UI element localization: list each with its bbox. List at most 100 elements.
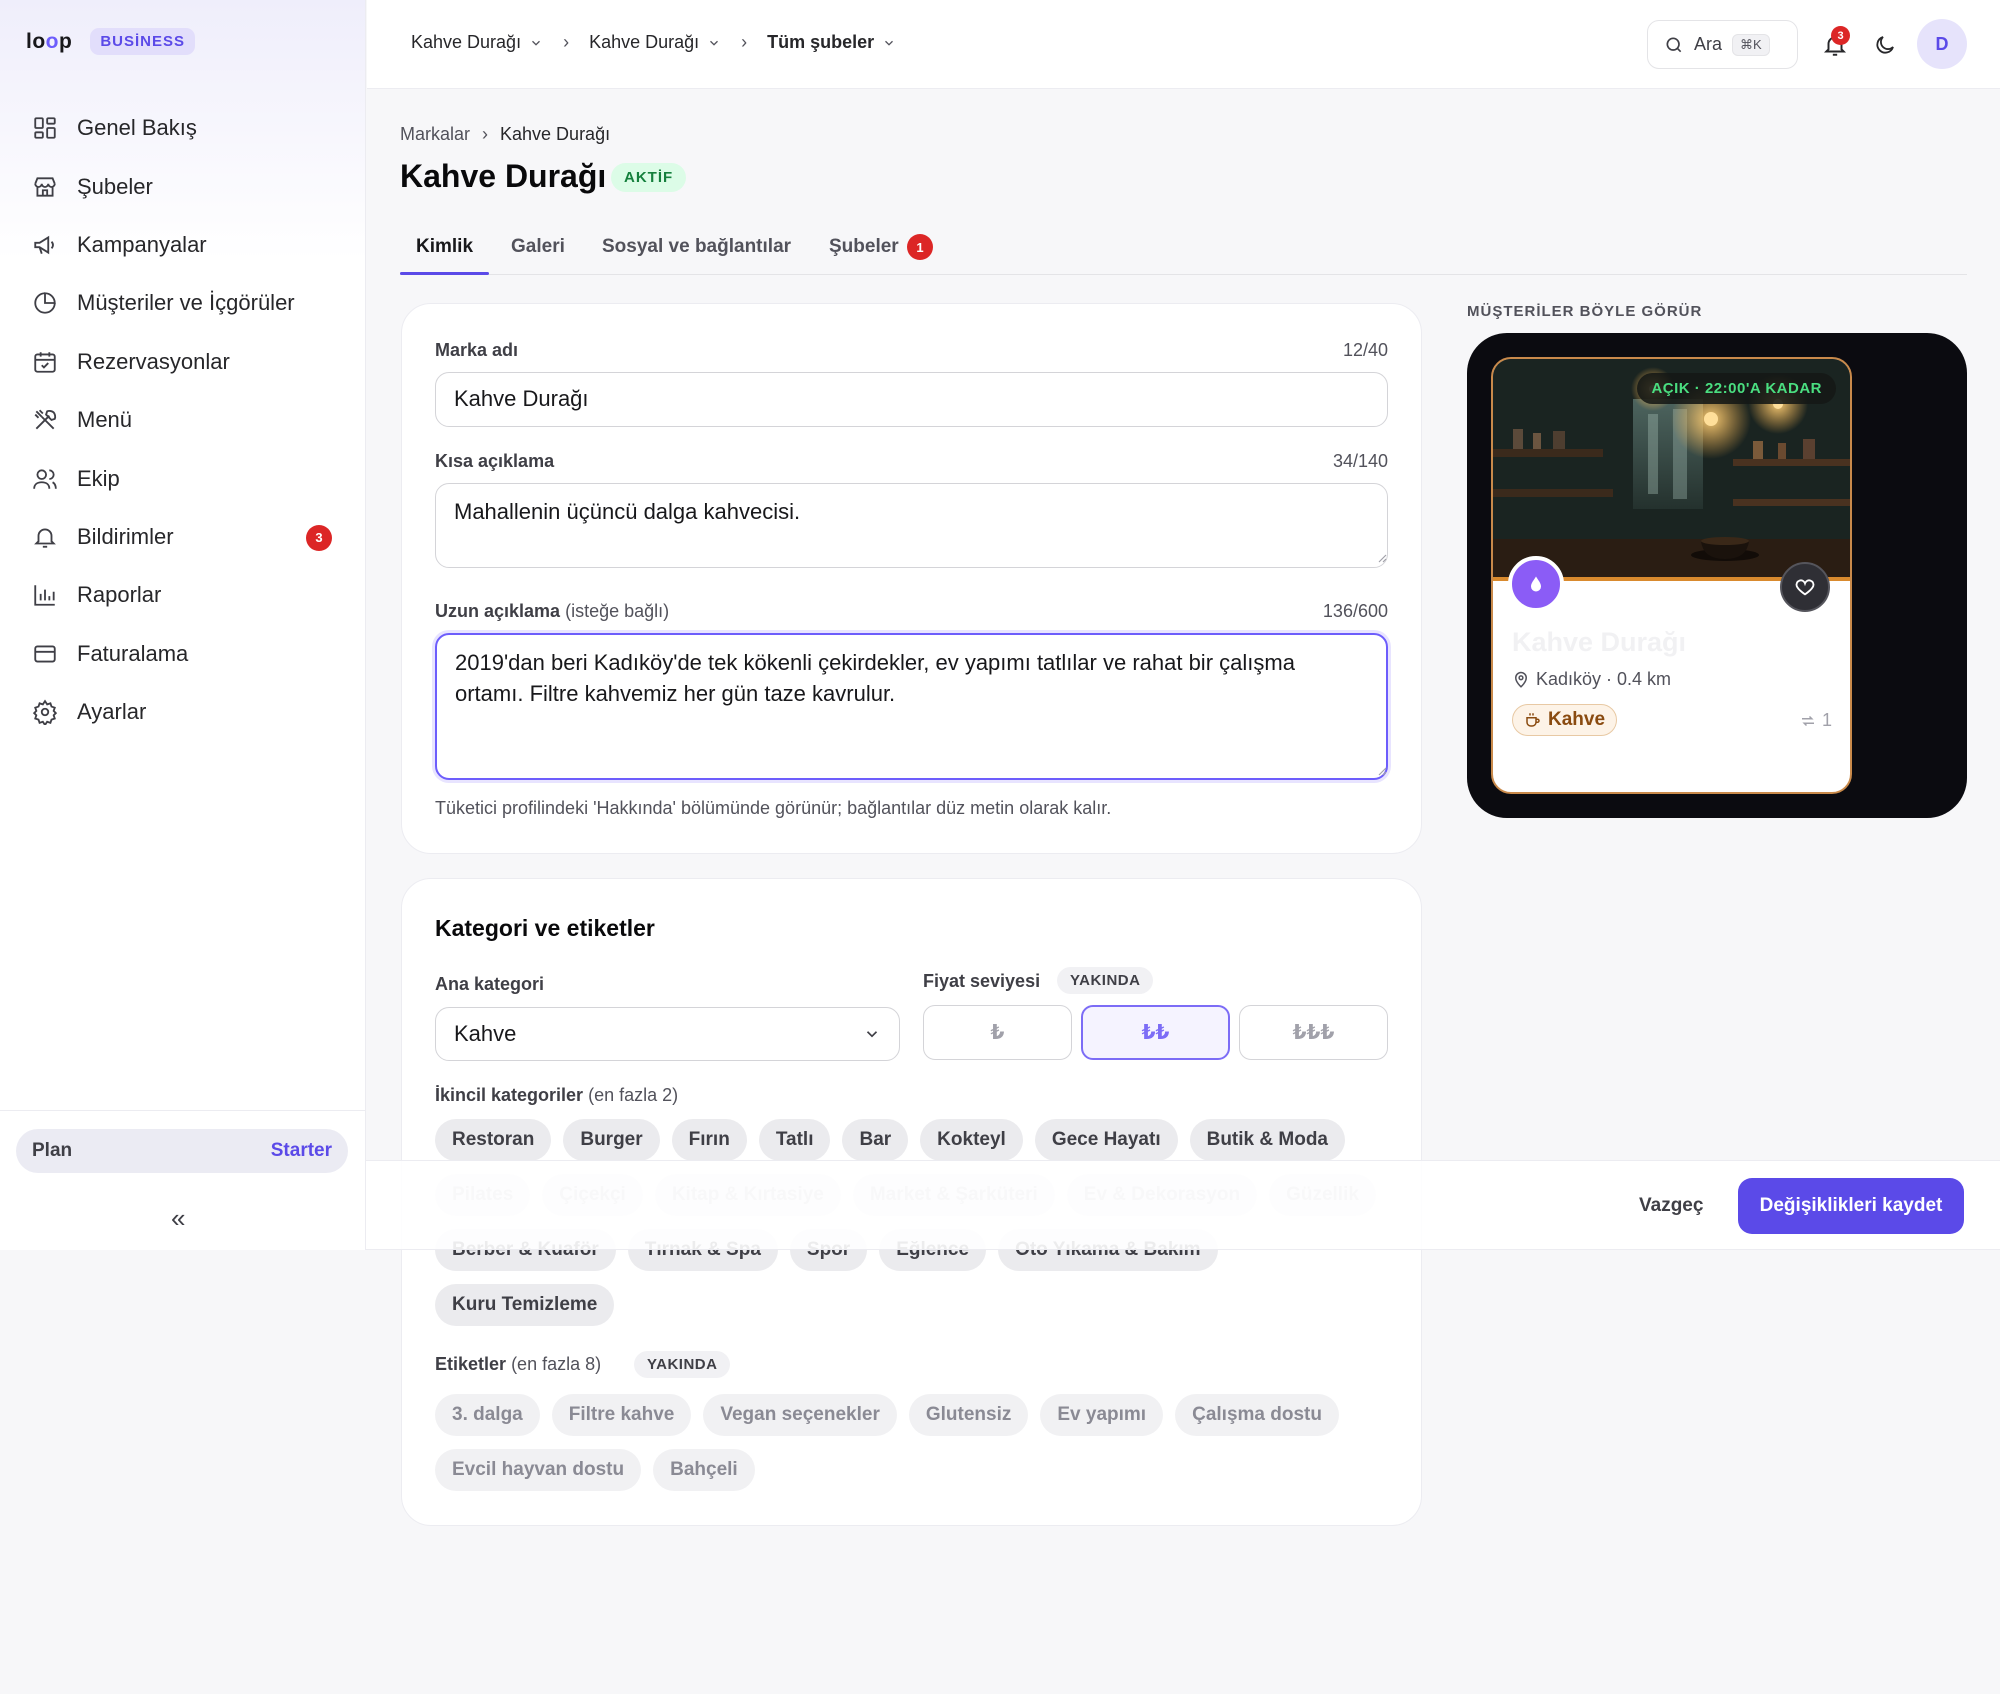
main-category-value: Kahve — [454, 1021, 517, 1046]
tab-identity[interactable]: Kimlik — [416, 236, 473, 258]
sidebar-item-label: Kampanyalar — [77, 231, 207, 257]
sidebar-item-overview[interactable]: Genel Bakış — [0, 99, 366, 157]
resize-handle-icon[interactable] — [1377, 766, 1387, 776]
preview-label: MÜŞTERİLER BÖYLE GÖRÜR — [1467, 303, 1703, 320]
favorite-button[interactable] — [1780, 562, 1830, 612]
branch-switcher-label: Tüm şubeler — [767, 32, 875, 52]
category-chip[interactable]: Burger — [563, 1119, 660, 1161]
tab-branches-badge: 1 — [907, 234, 933, 260]
logo[interactable]: loop — [26, 30, 72, 54]
secondary-row-4: Kuru Temizleme — [435, 1284, 615, 1326]
category-card-title: Kategori ve etiketler — [435, 915, 655, 941]
category-chip[interactable]: Gece Hayatı — [1034, 1119, 1178, 1161]
tags-label: Etiketler (en fazla 8) — [435, 1354, 601, 1375]
sidebar-item-reservations[interactable]: Rezervasyonlar — [0, 333, 366, 391]
notification-count-badge: 3 — [306, 524, 332, 551]
theme-toggle-moon-icon[interactable] — [1873, 33, 1897, 57]
open-status-badge: AÇIK · 22:00'A KADAR — [1637, 373, 1836, 404]
category-chip[interactable]: Ev yapımı — [1040, 1394, 1164, 1436]
sidebar-item-label: Faturalama — [77, 640, 189, 666]
sub-brand-switcher-label: Kahve Durağı — [589, 32, 700, 52]
sidebar-item-notifications[interactable]: Bildirimler 3 — [0, 508, 366, 566]
price-level-label: Fiyat seviyesi — [923, 971, 1041, 991]
category-chip[interactable]: Kokteyl — [920, 1119, 1023, 1161]
resize-handle-icon[interactable] — [1377, 553, 1387, 563]
store-name: Kahve Durağı — [1512, 627, 1687, 657]
short-description-counter: 34/140 — [1332, 451, 1388, 471]
identity-card: Marka adı 12/40 Kısa açıklama 34/140 Mah… — [401, 303, 1422, 854]
sub-brand-switcher[interactable]: Kahve Durağı — [589, 32, 721, 53]
category-chip[interactable]: Filtre kahve — [551, 1394, 692, 1436]
utensils-icon — [34, 409, 57, 430]
tags-soon-badge: YAKINDA — [634, 1351, 731, 1378]
category-chip[interactable]: Tatlı — [758, 1119, 831, 1161]
cancel-button[interactable]: Vazgeç — [1639, 1195, 1703, 1217]
sidebar-item-team[interactable]: Ekip — [0, 449, 366, 507]
breadcrumb-brands-link[interactable]: Markalar — [400, 124, 470, 145]
plan-indicator[interactable]: Plan Starter — [16, 1129, 348, 1173]
sidebar-item-billing[interactable]: Faturalama — [0, 625, 366, 683]
category-chip[interactable]: Bahçeli — [653, 1449, 755, 1491]
tab-gallery[interactable]: Galeri — [511, 236, 565, 258]
category-chip[interactable]: Evcil hayvan dostu — [435, 1449, 642, 1491]
bar-chart-icon — [34, 585, 55, 606]
heart-icon — [1795, 579, 1815, 596]
sidebar-item-label: Menü — [77, 407, 133, 433]
category-chip[interactable]: Vegan seçenekler — [703, 1394, 897, 1436]
repeat-icon — [1801, 715, 1814, 726]
long-description-counter: 136/600 — [1322, 601, 1388, 621]
main-category-select[interactable]: Kahve — [435, 1007, 900, 1061]
sidebar: loop BUSİNESS Genel Bakış Şubeler Kampan… — [0, 0, 366, 1250]
brand-switcher[interactable]: Kahve Durağı — [411, 32, 543, 53]
bell-icon — [34, 528, 56, 548]
tab-social[interactable]: Sosyal ve bağlantılar — [602, 236, 791, 258]
sidebar-item-customers[interactable]: Müşteriler ve İçgörüler — [0, 274, 366, 332]
category-chip[interactable]: Butik & Moda — [1189, 1119, 1345, 1161]
credit-card-icon — [34, 645, 56, 663]
sidebar-item-reports[interactable]: Raporlar — [0, 566, 366, 624]
long-description-optional: (isteğe bağlı) — [565, 601, 670, 621]
category-chip[interactable]: Çalışma dostu — [1175, 1394, 1339, 1436]
category-chip[interactable]: Fırın — [671, 1119, 747, 1161]
price-level-soon-badge: YAKINDA — [1057, 967, 1154, 994]
search-label: Ara — [1694, 34, 1723, 54]
sidebar-item-label: Ekip — [77, 465, 120, 491]
long-description-label-text: Uzun açıklama — [435, 601, 561, 621]
sidebar-item-menu[interactable]: Menü — [0, 391, 366, 449]
plan-value: Starter — [270, 1140, 332, 1161]
customer-preview-frame: AÇIK · 22:00'A KADAR Kahve Durağı Kadıkö… — [1467, 333, 1967, 818]
tab-branches[interactable]: Şubeler — [829, 236, 899, 258]
branch-switcher[interactable]: Tüm şubeler — [767, 32, 896, 53]
brand-name-input[interactable] — [435, 372, 1388, 427]
sidebar-item-label: Şubeler — [77, 173, 153, 199]
category-chip[interactable]: 3. dalga — [435, 1394, 540, 1436]
price-level-1-button[interactable]: ₺ — [923, 1005, 1072, 1060]
sidebar-item-settings[interactable]: Ayarlar — [0, 683, 366, 741]
category-chip[interactable]: Bar — [842, 1119, 909, 1161]
context-switcher: Kahve Durağı › Kahve Durağı › Tüm şubele… — [411, 32, 896, 53]
calendar-icon — [34, 352, 56, 373]
store-cover-image: AÇIK · 22:00'A KADAR — [1493, 359, 1850, 581]
category-chip[interactable]: Glutensiz — [908, 1394, 1029, 1436]
sidebar-item-campaigns[interactable]: Kampanyalar — [0, 216, 366, 274]
breadcrumb-current: Kahve Durağı — [500, 124, 611, 144]
active-tab-indicator — [400, 272, 489, 275]
tags-row-1: 3. dalga Filtre kahve Vegan seçenekler Glut… — [435, 1394, 1339, 1436]
long-description-label: Uzun açıklama (isteğe bağlı) — [435, 601, 669, 622]
long-description-textarea[interactable]: 2019'dan beri Kadıköy'de tek kökenli çek… — [435, 633, 1388, 780]
collapse-sidebar-button[interactable]: « — [171, 1203, 185, 1234]
price-level-3-button[interactable]: ₺₺₺ — [1239, 1005, 1388, 1060]
tags-row-2: Evcil hayvan dostu Bahçeli — [435, 1449, 755, 1491]
price-level-2-button[interactable]: ₺₺ — [1081, 1005, 1230, 1060]
megaphone-icon — [34, 235, 54, 255]
user-avatar[interactable]: D — [1917, 19, 1967, 69]
search-button[interactable]: Ara ⌘K — [1647, 20, 1798, 69]
sidebar-item-branches[interactable]: Şubeler — [0, 157, 366, 215]
brand-row: loop BUSİNESS — [26, 28, 196, 55]
category-chip[interactable]: Restoran — [435, 1119, 552, 1161]
store-category-tag: Kahve — [1512, 704, 1618, 736]
save-changes-button[interactable]: Değişiklikleri kaydet — [1738, 1178, 1964, 1234]
short-description-textarea[interactable]: Mahallenin üçüncü dalga kahvecisi. — [435, 483, 1388, 568]
category-chip[interactable]: Kuru Temizleme — [435, 1284, 615, 1326]
secondary-categories-hint: (en fazla 2) — [588, 1085, 679, 1105]
